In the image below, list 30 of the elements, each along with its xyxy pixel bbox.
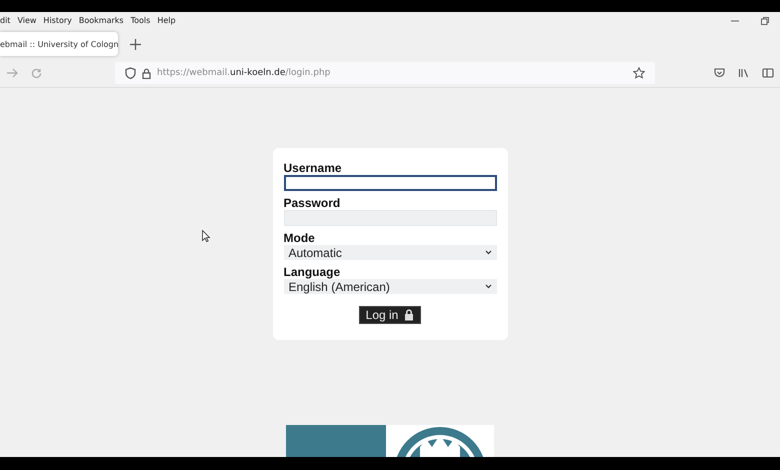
field-label: Username bbox=[284, 161, 343, 175]
menu-item[interactable]: View bbox=[17, 16, 36, 25]
dropdown[interactable]: Automatic bbox=[284, 245, 496, 260]
password-field[interactable] bbox=[284, 210, 496, 226]
url-text: https://webmail.uni-koeln.de/login.php bbox=[157, 68, 330, 78]
login-button[interactable]: Log in bbox=[358, 306, 422, 324]
address-bar[interactable]: https://webmail.uni-koeln.de/login.php bbox=[115, 62, 655, 84]
menu-item[interactable]: Bookmarks bbox=[78, 16, 124, 25]
menu-item[interactable]: History bbox=[43, 16, 72, 25]
shield-icon[interactable] bbox=[125, 67, 136, 79]
menu-item[interactable]: dit bbox=[0, 16, 10, 25]
mouse-cursor-icon bbox=[202, 230, 210, 242]
lock-icon bbox=[404, 309, 414, 321]
field-label: Mode bbox=[284, 231, 316, 245]
restore-icon[interactable] bbox=[760, 16, 770, 26]
sidebar-icon[interactable] bbox=[762, 68, 774, 78]
field-label: Password bbox=[284, 196, 342, 210]
dropdown[interactable]: English (American) bbox=[284, 279, 496, 294]
lock-icon[interactable] bbox=[142, 68, 151, 78]
field-label: Language bbox=[284, 265, 342, 279]
browser-tab[interactable]: ebmail :: University of Cologn bbox=[0, 32, 118, 56]
library-icon[interactable] bbox=[738, 68, 749, 78]
new-tab-icon[interactable] bbox=[130, 38, 141, 50]
menu-item[interactable]: Tools bbox=[130, 16, 150, 25]
bookmark-star-icon[interactable] bbox=[633, 67, 645, 79]
chevron-down-icon bbox=[484, 250, 492, 255]
pocket-icon[interactable] bbox=[714, 68, 725, 78]
menu-item[interactable]: Help bbox=[157, 16, 176, 25]
chevron-down-icon bbox=[484, 284, 492, 289]
username-field[interactable] bbox=[284, 175, 496, 191]
